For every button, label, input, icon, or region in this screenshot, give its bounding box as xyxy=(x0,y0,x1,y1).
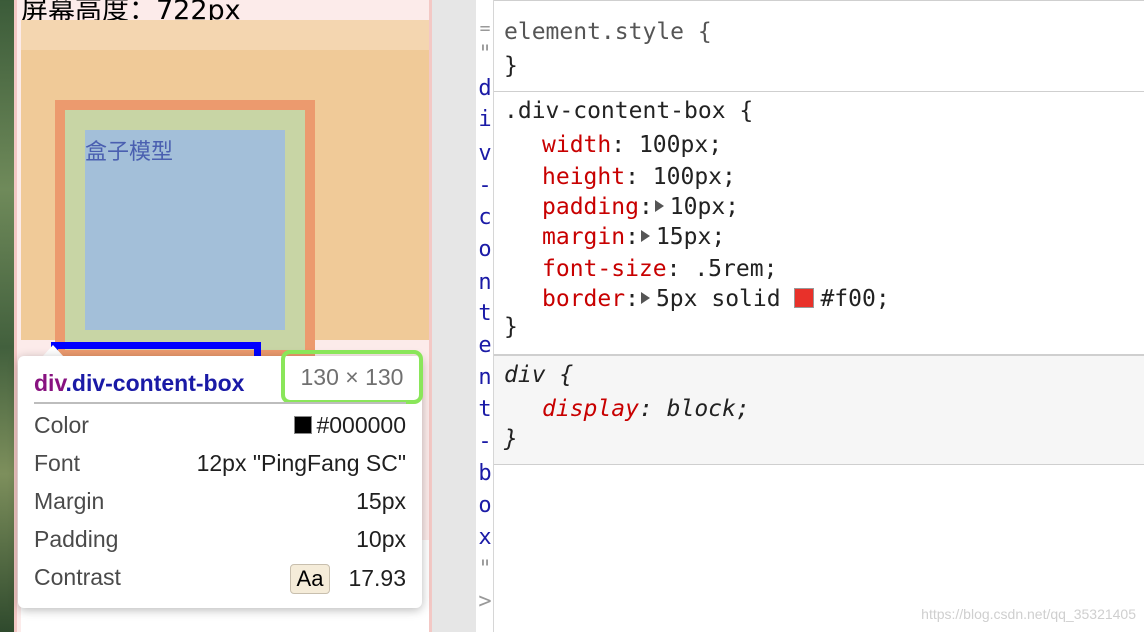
color-value: #000000 xyxy=(316,412,406,438)
dom-char: - xyxy=(478,429,492,454)
color-swatch-icon xyxy=(294,416,313,434)
contrast-value: 17.93 xyxy=(348,565,406,591)
desktop-background xyxy=(0,0,14,632)
box-model-label: 盒子模型 xyxy=(85,140,174,165)
property-value-color[interactable]: #f00; xyxy=(820,286,889,312)
tooltip-row-key: Color xyxy=(34,412,89,438)
tooltip-selector-class: .div-content-box xyxy=(65,370,245,396)
property-name: border xyxy=(542,286,626,312)
style-rule-div[interactable]: div { display: block; } xyxy=(494,355,1144,465)
dom-char: n xyxy=(478,365,492,390)
declaration-height[interactable]: height: 100px; xyxy=(542,164,736,190)
tooltip-row-margin: Margin 15px xyxy=(34,488,406,520)
property-value[interactable]: 10px; xyxy=(670,194,739,220)
declaration-display: display: block; xyxy=(542,396,750,422)
color-swatch-icon[interactable] xyxy=(794,288,815,308)
tooltip-row-font: Font 12px "PingFang SC" xyxy=(34,450,406,482)
styles-pane: element.style { } .div-content-box { wid… xyxy=(494,0,1144,632)
selector-text: element.style { xyxy=(504,19,712,45)
dom-char: d xyxy=(478,76,492,101)
property-value[interactable]: 15px; xyxy=(656,224,725,250)
page-background-strip xyxy=(21,20,429,50)
dom-char: v xyxy=(478,141,492,166)
dom-char: e xyxy=(478,333,492,358)
property-name: display xyxy=(542,396,639,422)
property-value[interactable]: 5px solid xyxy=(656,286,794,312)
contrast-aa-chip: Aa xyxy=(289,564,331,594)
tooltip-row-value: #000000 xyxy=(294,412,406,439)
rule-close: } xyxy=(504,426,518,452)
tooltip-selector-tag: div xyxy=(34,370,66,396)
dom-char: n xyxy=(478,270,492,295)
rule-close: } xyxy=(504,53,518,79)
rule-selector: .div-content-box { xyxy=(504,98,754,124)
property-name: margin xyxy=(542,224,626,250)
property-name: font-size xyxy=(542,256,667,282)
dom-char: t xyxy=(478,301,492,326)
box-model-margin-area[interactable]: 盒子模型 xyxy=(21,50,429,360)
dom-char: c xyxy=(478,205,492,230)
expand-triangle-icon[interactable] xyxy=(654,200,664,212)
tooltip-row-contrast: Contrast Aa 17.93 xyxy=(34,564,406,596)
declaration-width[interactable]: width: 100px; xyxy=(542,132,722,158)
tooltip-row-padding: Padding 10px xyxy=(34,526,406,558)
dom-char: - xyxy=(478,173,492,198)
rule-close: } xyxy=(504,314,518,340)
devtools-panel: ̄ = " d i v - c o n t e n t - b o x " > … xyxy=(476,0,1144,632)
dom-char: ̄ xyxy=(478,0,492,19)
expand-triangle-icon[interactable] xyxy=(640,292,650,304)
property-value[interactable]: 100px; xyxy=(653,164,736,190)
dom-char: = xyxy=(479,18,491,39)
style-rule-element[interactable]: element.style { } xyxy=(494,0,1144,92)
tooltip-row-key: Margin xyxy=(34,488,105,514)
dom-char: > xyxy=(478,589,492,614)
panel-divider[interactable] xyxy=(432,0,476,632)
tooltip-row-value: 12px "PingFang SC" xyxy=(196,450,406,476)
property-name: height xyxy=(542,164,626,190)
property-name: padding xyxy=(542,194,639,220)
watermark-text: https://blog.csdn.net/qq_35321405 xyxy=(921,606,1136,622)
rule-selector: div { xyxy=(504,362,574,388)
dom-char: b xyxy=(478,461,492,486)
tooltip-row-key: Padding xyxy=(34,526,119,552)
dom-char: " xyxy=(478,557,492,582)
property-value[interactable]: .5rem; xyxy=(694,256,777,282)
dom-char: x xyxy=(478,525,492,550)
declaration-padding[interactable]: padding: 10px; xyxy=(542,194,739,220)
dom-char: i xyxy=(478,107,492,132)
tooltip-size-dimensions: 130 × 130 xyxy=(281,350,423,404)
tooltip-row-value: 10px xyxy=(356,526,406,552)
declaration-font-size[interactable]: font-size: .5rem; xyxy=(542,256,777,282)
tooltip-row-key: Font xyxy=(34,450,81,476)
tooltip-divider xyxy=(34,402,406,404)
dom-char: " xyxy=(478,42,492,67)
declaration-border[interactable]: border: 5px solid #f00; xyxy=(542,286,890,312)
dom-char: o xyxy=(478,237,492,262)
dom-tree-gutter[interactable]: ̄ = " d i v - c o n t e n t - b o x " > xyxy=(476,0,494,632)
dom-char: t xyxy=(478,397,492,422)
tooltip-row-value: 15px xyxy=(356,488,406,514)
tooltip-row-key: Contrast xyxy=(34,564,121,590)
inspect-tooltip: div.div-content-box 130 × 130 Color #000… xyxy=(18,350,423,608)
property-name: width xyxy=(542,132,612,158)
rule-selector: element.style { xyxy=(504,19,712,45)
style-rule-div-content-box[interactable]: .div-content-box { width: 100px; height:… xyxy=(494,92,1144,355)
tooltip-row-color: Color #000000 xyxy=(34,412,406,444)
declaration-margin[interactable]: margin: 15px; xyxy=(542,224,725,250)
dom-char: o xyxy=(478,493,492,518)
expand-triangle-icon[interactable] xyxy=(640,230,650,242)
property-value: block; xyxy=(666,396,750,422)
property-value[interactable]: 100px; xyxy=(639,132,722,158)
tooltip-row-value: Aa 17.93 xyxy=(289,564,406,594)
tooltip-selector: div.div-content-box xyxy=(34,370,244,397)
